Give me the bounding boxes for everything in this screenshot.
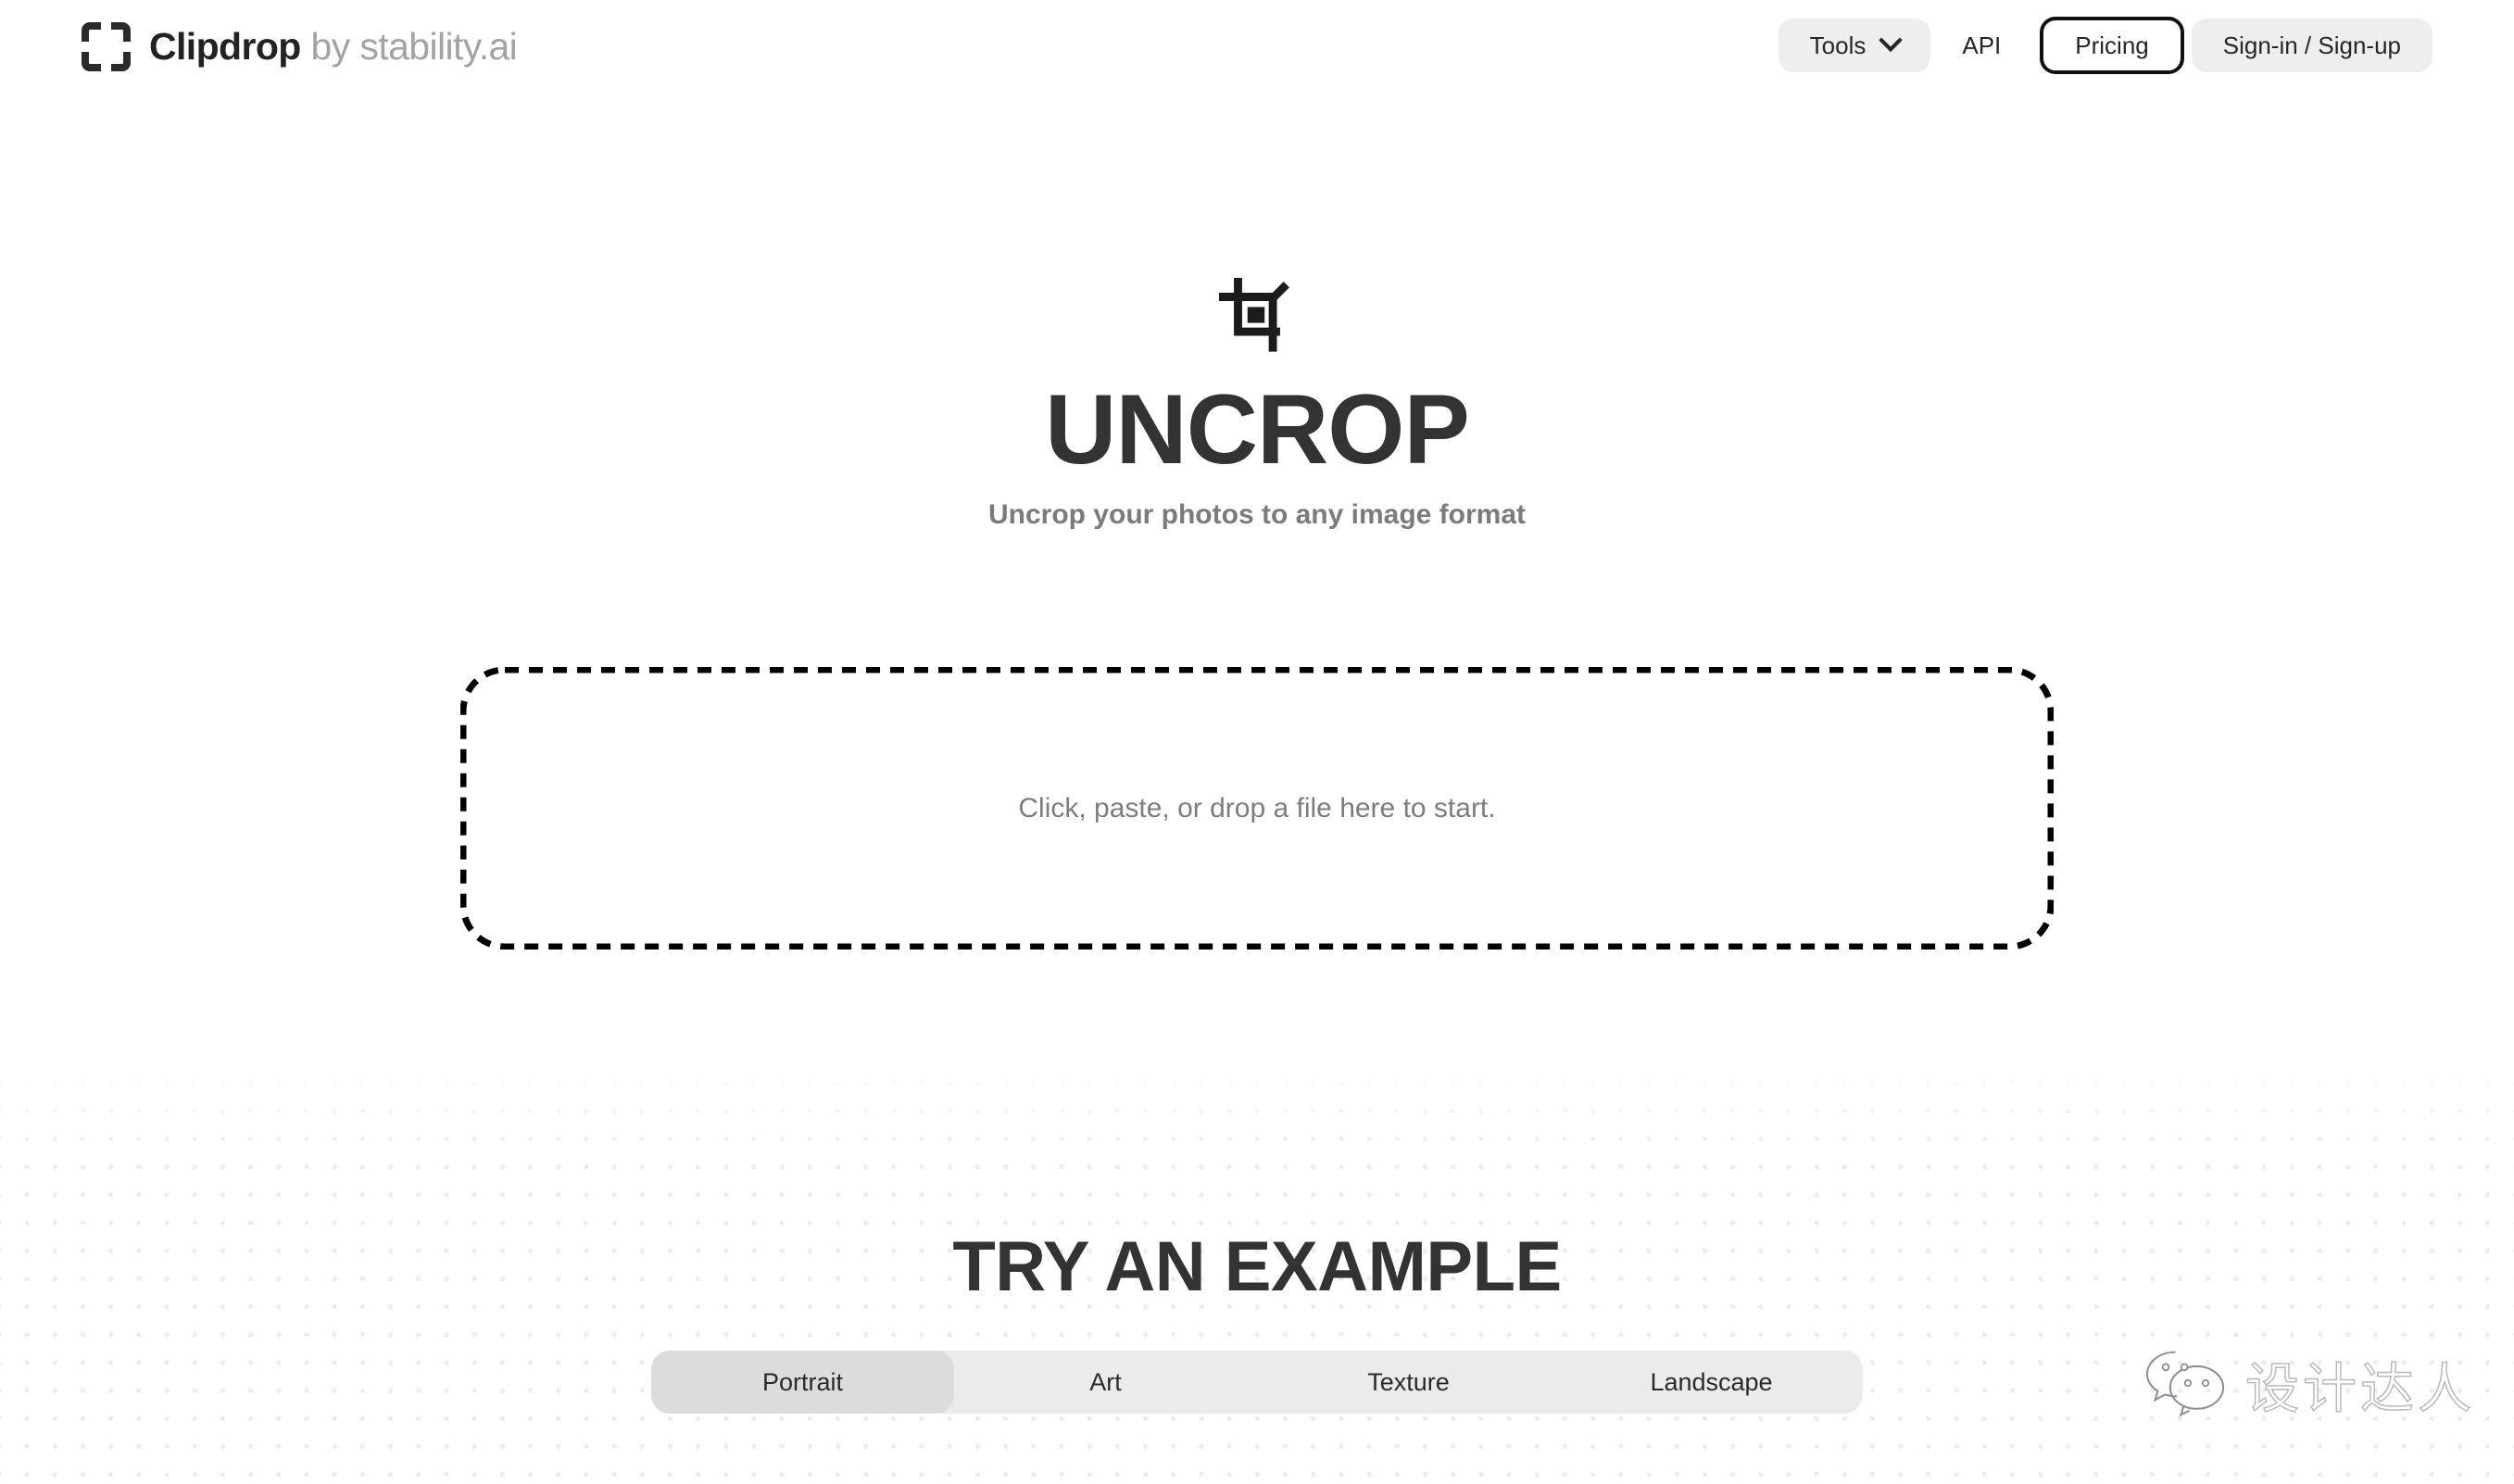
tools-label: Tools <box>1809 31 1867 59</box>
watermark-text: 设计达人 <box>2244 1356 2475 1421</box>
brand-logo[interactable]: Clipdrop by stability.ai <box>82 22 518 71</box>
tab-texture[interactable]: Texture <box>1257 1351 1560 1414</box>
clipdrop-frame-icon <box>82 22 131 71</box>
site-header: Clipdrop by stability.ai Tools API Prici… <box>0 0 2514 105</box>
example-section-title: TRY AN EXAMPLE <box>952 1227 1562 1306</box>
sign-in-sign-up-button[interactable]: Sign-in / Sign-up <box>2191 19 2432 72</box>
watermark: 设计达人 <box>2142 1345 2475 1423</box>
wechat-icon <box>2145 1351 2225 1417</box>
tab-art[interactable]: Art <box>954 1351 1257 1414</box>
crop-icon <box>1219 278 1289 352</box>
pricing-button[interactable]: Pricing <box>2040 17 2184 74</box>
example-category-tabs: Portrait Art Texture Landscape <box>651 1351 1863 1414</box>
file-dropzone[interactable]: Click, paste, or drop a file here to sta… <box>460 667 2054 950</box>
chevron-down-icon <box>1879 28 1904 53</box>
tab-landscape[interactable]: Landscape <box>1560 1351 1863 1414</box>
hero-section: UNCROP Uncrop your photos to any image f… <box>0 278 2514 529</box>
page-subtitle: Uncrop your photos to any image format <box>987 499 1527 530</box>
dropzone-label: Click, paste, or drop a file here to sta… <box>1018 792 1496 824</box>
tools-dropdown-button[interactable]: Tools <box>1778 19 1931 72</box>
main-navigation: Tools API Pricing Sign-in / Sign-up <box>1778 17 2432 74</box>
try-an-example-section: TRY AN EXAMPLE Portrait Art Texture Land… <box>0 1232 2514 1414</box>
tab-portrait[interactable]: Portrait <box>651 1351 954 1414</box>
page-title: UNCROP <box>1045 373 1470 484</box>
api-link[interactable]: API <box>1930 19 2032 72</box>
brand-byline: by stability.ai <box>300 25 518 68</box>
brand-wordmark: Clipdrop by stability.ai <box>149 25 518 68</box>
brand-name: Clipdrop <box>149 25 301 68</box>
